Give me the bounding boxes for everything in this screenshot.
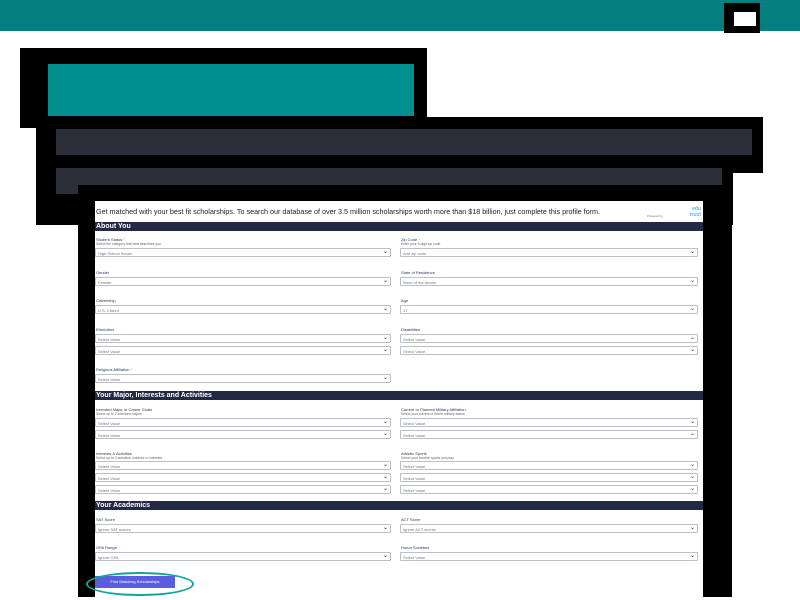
chevron-down-icon: ⌄: [382, 553, 388, 559]
athletics-select-1[interactable]: Select Value ⌄: [400, 461, 698, 470]
gpa-select[interactable]: Ignore GPA ⌄: [95, 552, 391, 561]
age-select[interactable]: 17 ⌄: [400, 305, 698, 314]
sat-label: SAT Score: [96, 517, 115, 522]
major-help: Select up to 2 intended majors: [96, 412, 142, 416]
athletics-select-3[interactable]: Select Value ⌄: [400, 485, 698, 494]
highlight-ring: [86, 572, 194, 596]
ethnicity-label: Ethnicities: [96, 327, 115, 332]
section-major-interests: Your Major, Interests and Activities: [95, 391, 703, 400]
chevron-down-icon: ⌄: [382, 347, 388, 353]
chevron-down-icon: ⌄: [689, 431, 695, 437]
gender-select[interactable]: Female ⌄: [95, 277, 391, 286]
chevron-down-icon: ⌄: [689, 525, 695, 531]
athletics-help: Select your favorite sports you play: [401, 456, 454, 460]
chevron-down-icon: ⌄: [382, 486, 388, 492]
honor-select[interactable]: Select Value ⌄: [400, 552, 698, 561]
chevron-down-icon: ⌄: [689, 486, 695, 492]
powered-by-label: Powered by: [647, 214, 663, 218]
act-select[interactable]: Ignore ACT scores ⌄: [400, 524, 698, 533]
chevron-down-icon: ⌄: [382, 462, 388, 468]
chevron-down-icon: ⌄: [382, 278, 388, 284]
chevron-down-icon: ⌄: [382, 306, 388, 312]
chevron-down-icon: ⌄: [689, 278, 695, 284]
military-select-2[interactable]: Select Value ⌄: [400, 430, 698, 439]
religion-label: Religious Affiliation *: [96, 367, 133, 372]
chevron-down-icon: ⌄: [689, 553, 695, 559]
major-select-1[interactable]: Select Value ⌄: [95, 418, 391, 427]
military-select-1[interactable]: Select Value ⌄: [400, 418, 698, 427]
provider-logo: edu trust: [689, 206, 701, 218]
honor-label: Honor Societies: [401, 545, 430, 550]
citizenship-select[interactable]: U.S. Citizen ⌄: [95, 305, 391, 314]
chevron-down-icon: ⌄: [382, 375, 388, 381]
form-intro: Get matched with your best fit scholarsh…: [96, 207, 601, 216]
disability-select-2[interactable]: Select Value ⌄: [400, 346, 698, 355]
section-about-you: About You: [95, 222, 703, 231]
chevron-down-icon: ⌄: [689, 306, 695, 312]
chevron-down-icon: ⌄: [382, 525, 388, 531]
redacted-header-block: [48, 64, 414, 116]
state-label: State of Residence: [401, 270, 435, 275]
app-top-bar: [0, 0, 800, 31]
zip-select[interactable]: Add zip code ⌄: [400, 248, 698, 257]
citizenship-label: Citizenship: [96, 298, 116, 303]
chevron-down-icon: ⌄: [689, 347, 695, 353]
activities-select-3[interactable]: Select Value ⌄: [95, 485, 391, 494]
gender-label: Gender: [96, 270, 110, 275]
disability-select-1[interactable]: Select Value ⌄: [400, 334, 698, 343]
zip-help: Enter your 5-digit zip code: [401, 242, 441, 246]
gpa-label: GPA Range: [96, 545, 117, 550]
chevron-down-icon: ⌄: [689, 474, 695, 480]
chevron-down-icon: ⌄: [382, 431, 388, 437]
major-select-2[interactable]: Select Value ⌄: [95, 430, 391, 439]
chevron-down-icon: ⌄: [382, 474, 388, 480]
chevron-down-icon: ⌄: [382, 335, 388, 341]
activities-help: Select up to 3 activities, hobbies or in…: [96, 456, 163, 460]
activities-select-1[interactable]: Select Value ⌄: [95, 461, 391, 470]
chevron-down-icon: ⌄: [382, 249, 388, 255]
chevron-down-icon: ⌄: [382, 419, 388, 425]
student-status-select[interactable]: High School Senior ⌄: [95, 248, 391, 257]
window-restore-button[interactable]: [724, 3, 760, 33]
chevron-down-icon: ⌄: [689, 335, 695, 341]
chevron-down-icon: ⌄: [689, 249, 695, 255]
athletics-select-2[interactable]: Select Value ⌄: [400, 473, 698, 482]
sat-select[interactable]: Ignore SAT scores ⌄: [95, 524, 391, 533]
act-label: ACT Score: [401, 517, 421, 522]
chevron-down-icon: ⌄: [689, 462, 695, 468]
disability-label: Disabilities: [401, 327, 421, 332]
scholarship-profile-form: Get matched with your best fit scholarsh…: [95, 201, 703, 598]
ethnicity-select-1[interactable]: Select Value ⌄: [95, 334, 391, 343]
student-status-help: Select the category that best describes …: [96, 242, 162, 246]
chevron-down-icon: ⌄: [689, 419, 695, 425]
window-icon: [734, 12, 756, 26]
age-label: Age: [401, 298, 409, 303]
religion-select[interactable]: Select Value ⌄: [95, 374, 391, 383]
redacted-bar-1: [56, 129, 752, 155]
military-help: Select your current or future military s…: [401, 412, 465, 416]
activities-select-2[interactable]: Select Value ⌄: [95, 473, 391, 482]
ethnicity-select-2[interactable]: Select Value ⌄: [95, 346, 391, 355]
state-select[interactable]: None of the Above ⌄: [400, 277, 698, 286]
section-academics: Your Academics: [95, 501, 703, 510]
